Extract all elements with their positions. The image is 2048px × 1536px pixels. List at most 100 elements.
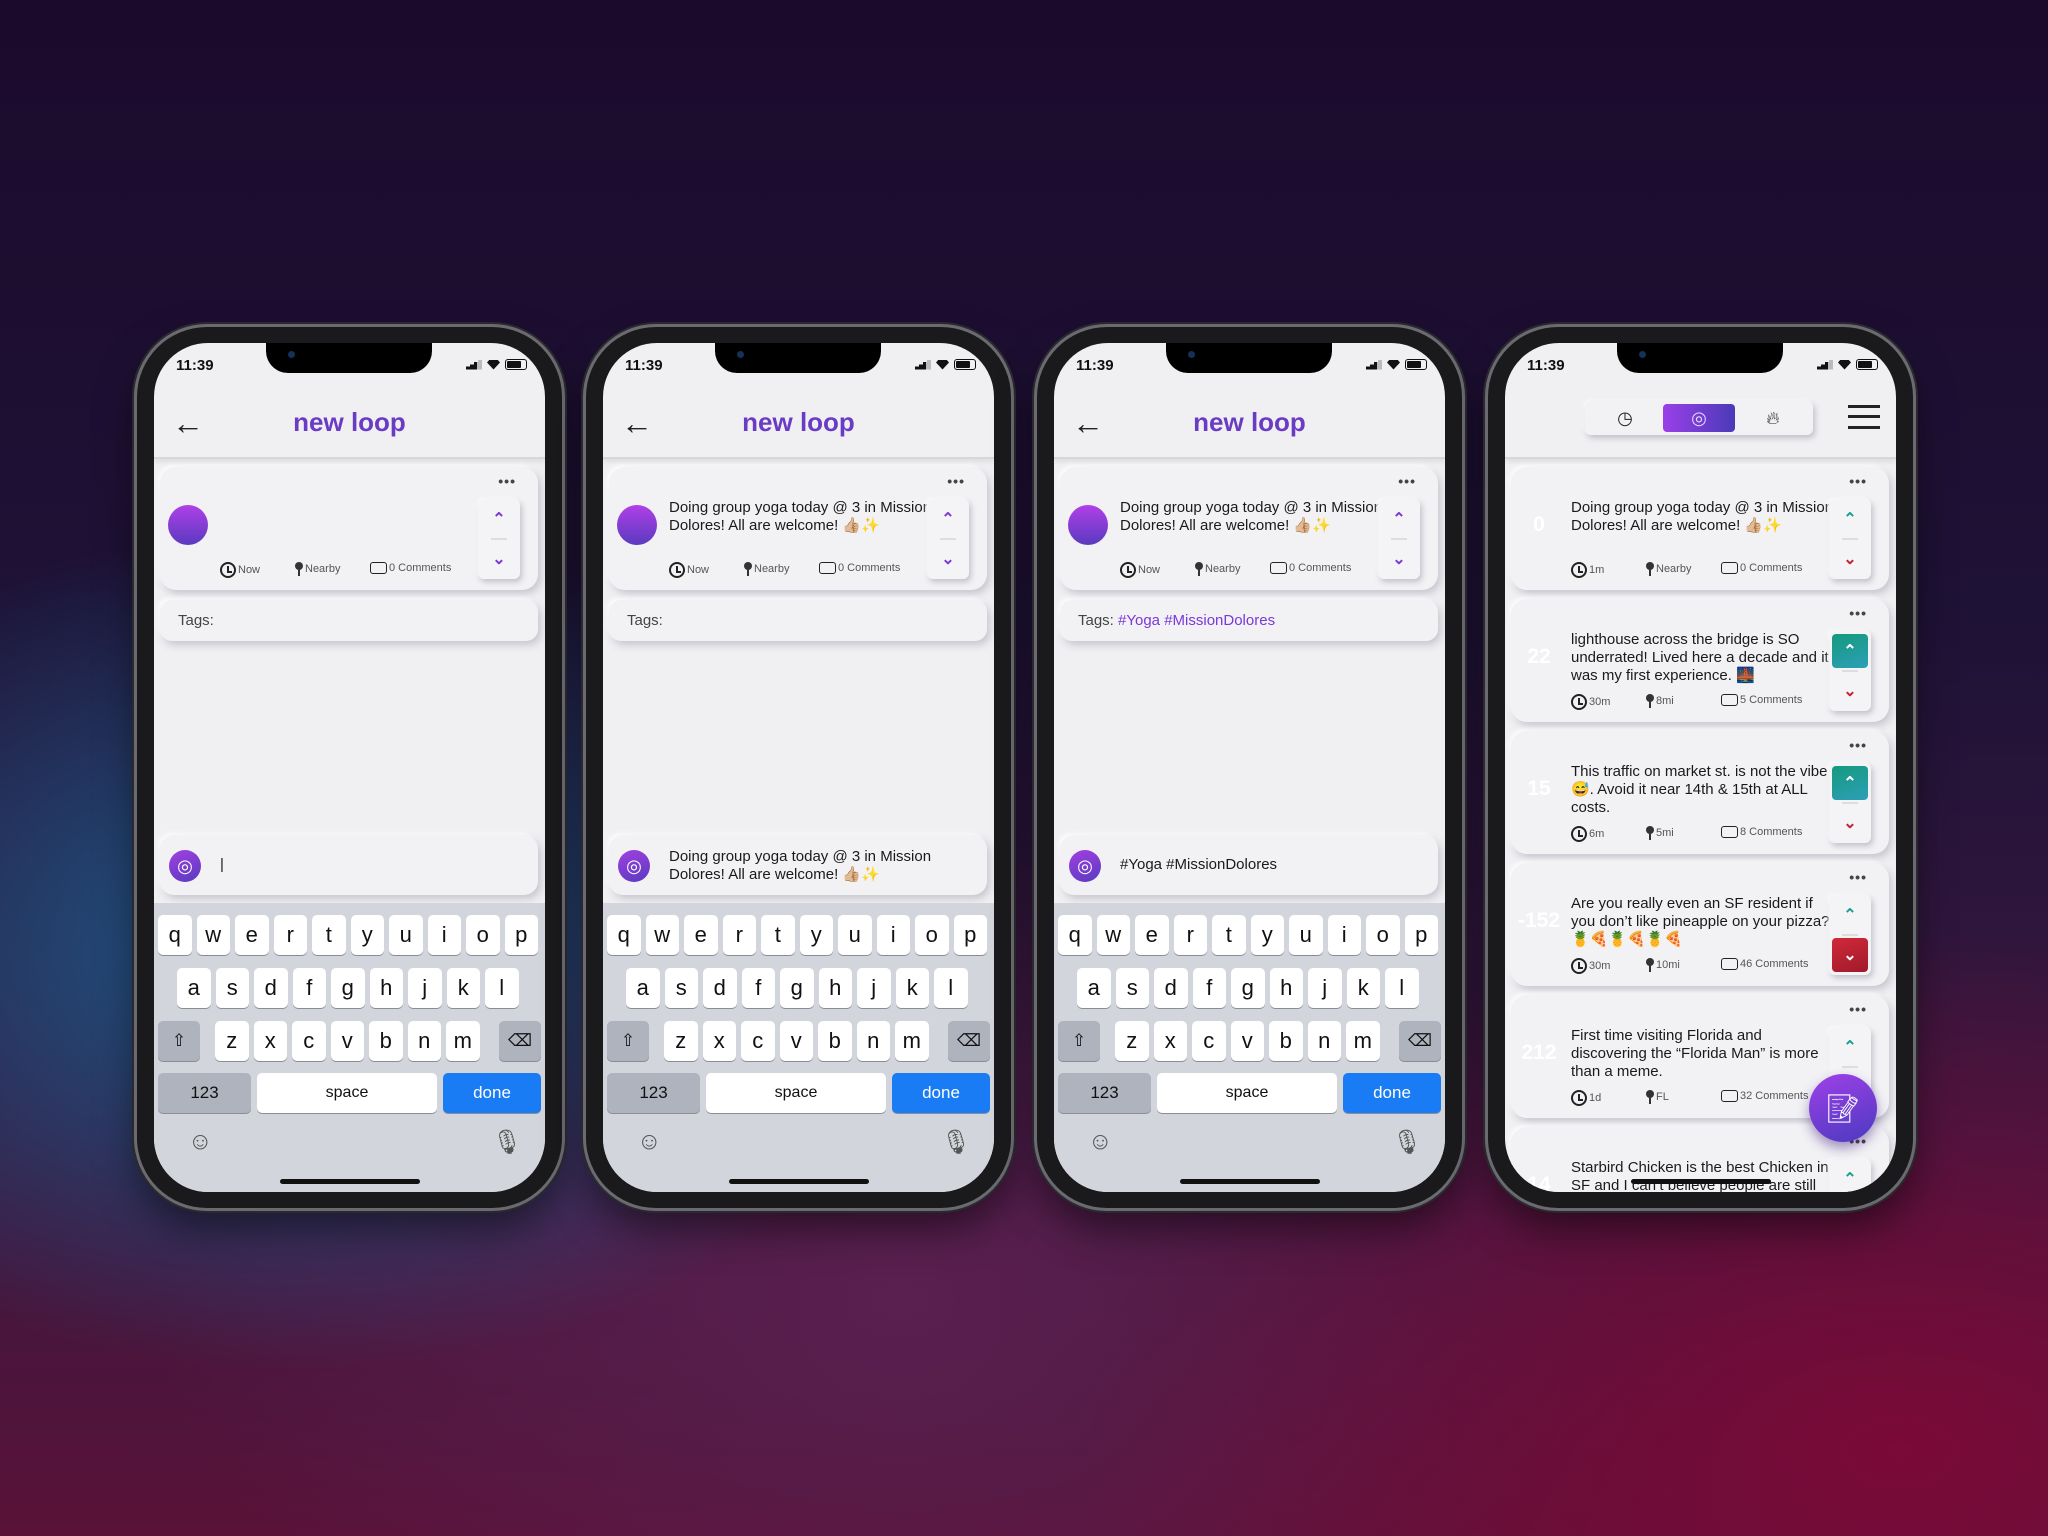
key-h[interactable]: h: [818, 968, 852, 1008]
key-a[interactable]: a: [1077, 968, 1111, 1008]
key-v[interactable]: v: [1230, 1021, 1264, 1061]
post-comments[interactable]: 0 Comments: [1721, 562, 1802, 574]
downvote-button[interactable]: ⌄: [1832, 938, 1868, 972]
upvote-button[interactable]: ⌃: [930, 502, 966, 536]
key-b[interactable]: b: [818, 1021, 852, 1061]
microphone-icon[interactable]: 🎙︎: [941, 1128, 971, 1157]
key-o[interactable]: o: [466, 915, 500, 955]
key-l[interactable]: l: [485, 968, 519, 1008]
key-t[interactable]: t: [312, 915, 346, 955]
key-d[interactable]: d: [1154, 968, 1188, 1008]
hamburger-menu-icon[interactable]: [1848, 405, 1880, 429]
done-key[interactable]: done: [892, 1073, 990, 1113]
key-j[interactable]: j: [857, 968, 891, 1008]
emoji-icon[interactable]: ☺: [1088, 1128, 1113, 1156]
key-i[interactable]: i: [1327, 915, 1361, 955]
emoji-icon[interactable]: ☺: [637, 1128, 662, 1156]
emoji-icon[interactable]: ☺: [188, 1128, 213, 1156]
key-s[interactable]: s: [664, 968, 698, 1008]
upvote-button[interactable]: ⌃: [481, 502, 517, 536]
key-b[interactable]: b: [1269, 1021, 1303, 1061]
key-y[interactable]: y: [1250, 915, 1284, 955]
key-t[interactable]: t: [1212, 915, 1246, 955]
microphone-icon[interactable]: 🎙︎: [1392, 1128, 1422, 1157]
key-p[interactable]: p: [504, 915, 538, 955]
upvote-button[interactable]: ⌃: [1832, 502, 1868, 536]
key-f[interactable]: f: [1192, 968, 1226, 1008]
upvote-button[interactable]: ⌃: [1381, 502, 1417, 536]
post-comments[interactable]: 8 Comments: [1721, 826, 1802, 838]
tags-field[interactable]: Tags:: [160, 600, 538, 641]
upvote-button[interactable]: ⌃: [1832, 766, 1868, 800]
more-options-icon[interactable]: •••: [1849, 1001, 1867, 1017]
key-s[interactable]: s: [1115, 968, 1149, 1008]
post-input-text[interactable]: |: [220, 856, 520, 874]
shift-key[interactable]: ⇧: [1058, 1021, 1100, 1061]
key-m[interactable]: m: [446, 1021, 480, 1061]
key-m[interactable]: m: [895, 1021, 929, 1061]
key-b[interactable]: b: [369, 1021, 403, 1061]
key-p[interactable]: p: [953, 915, 987, 955]
key-d[interactable]: d: [703, 968, 737, 1008]
key-h[interactable]: h: [369, 968, 403, 1008]
key-q[interactable]: q: [158, 915, 192, 955]
key-l[interactable]: l: [934, 968, 968, 1008]
key-c[interactable]: c: [292, 1021, 326, 1061]
post-comments[interactable]: 46 Comments: [1721, 958, 1808, 970]
key-g[interactable]: g: [331, 968, 365, 1008]
key-i[interactable]: i: [427, 915, 461, 955]
feed-post-card[interactable]: ••• 22 lighthouse across the bridge is SO …: [1511, 599, 1889, 722]
key-o[interactable]: o: [1366, 915, 1400, 955]
feed-post-card[interactable]: ••• -152 Are you really even an SF residen…: [1511, 863, 1889, 986]
key-v[interactable]: v: [330, 1021, 364, 1061]
key-z[interactable]: z: [1115, 1021, 1149, 1061]
feed-post-card[interactable]: ••• 0 Doing group yoga today @ 3 in Missio…: [1511, 467, 1889, 590]
upvote-button[interactable]: ⌃: [1832, 634, 1868, 668]
numbers-key[interactable]: 123: [1058, 1073, 1151, 1113]
post-comments[interactable]: 32 Comments: [1721, 1090, 1808, 1102]
key-y[interactable]: y: [799, 915, 833, 955]
more-options-icon[interactable]: •••: [1398, 473, 1416, 489]
key-f[interactable]: f: [741, 968, 775, 1008]
key-c[interactable]: c: [741, 1021, 775, 1061]
more-options-icon[interactable]: •••: [498, 473, 516, 489]
microphone-icon[interactable]: 🎙︎: [492, 1128, 522, 1157]
tab-clock-icon[interactable]: ◷: [1589, 404, 1661, 432]
key-e[interactable]: e: [684, 915, 718, 955]
more-options-icon[interactable]: •••: [1849, 737, 1867, 753]
key-h[interactable]: h: [1269, 968, 1303, 1008]
space-key[interactable]: space: [257, 1073, 437, 1113]
post-input[interactable]: ◎ Doing group yoga today @ 3 in Mission D…: [609, 835, 987, 895]
post-input-text[interactable]: Doing group yoga today @ 3 in Mission Do…: [669, 848, 969, 884]
key-x[interactable]: x: [253, 1021, 287, 1061]
key-w[interactable]: w: [1096, 915, 1130, 955]
upvote-button[interactable]: ⌃: [1832, 898, 1868, 932]
downvote-button[interactable]: ⌄: [1832, 542, 1868, 576]
key-u[interactable]: u: [838, 915, 872, 955]
key-e[interactable]: e: [1135, 915, 1169, 955]
key-r[interactable]: r: [1173, 915, 1207, 955]
key-o[interactable]: o: [915, 915, 949, 955]
new-post-button[interactable]: 📝︎: [1809, 1074, 1877, 1142]
backspace-key[interactable]: ⌫: [499, 1021, 541, 1061]
key-a[interactable]: a: [177, 968, 211, 1008]
key-z[interactable]: z: [215, 1021, 249, 1061]
upvote-button[interactable]: ⌃: [1832, 1162, 1868, 1192]
key-p[interactable]: p: [1404, 915, 1438, 955]
key-n[interactable]: n: [856, 1021, 890, 1061]
key-r[interactable]: r: [722, 915, 756, 955]
key-z[interactable]: z: [664, 1021, 698, 1061]
done-key[interactable]: done: [443, 1073, 541, 1113]
tags-field[interactable]: Tags: #Yoga #MissionDolores: [1060, 600, 1438, 641]
more-options-icon[interactable]: •••: [1849, 473, 1867, 489]
key-w[interactable]: w: [645, 915, 679, 955]
key-x[interactable]: x: [1153, 1021, 1187, 1061]
downvote-button[interactable]: ⌄: [1832, 674, 1868, 708]
tab-flame-icon[interactable]: 🔥︎: [1737, 404, 1809, 432]
key-k[interactable]: k: [446, 968, 480, 1008]
key-e[interactable]: e: [235, 915, 269, 955]
key-r[interactable]: r: [273, 915, 307, 955]
backspace-key[interactable]: ⌫: [1399, 1021, 1441, 1061]
shift-key[interactable]: ⇧: [607, 1021, 649, 1061]
key-i[interactable]: i: [876, 915, 910, 955]
